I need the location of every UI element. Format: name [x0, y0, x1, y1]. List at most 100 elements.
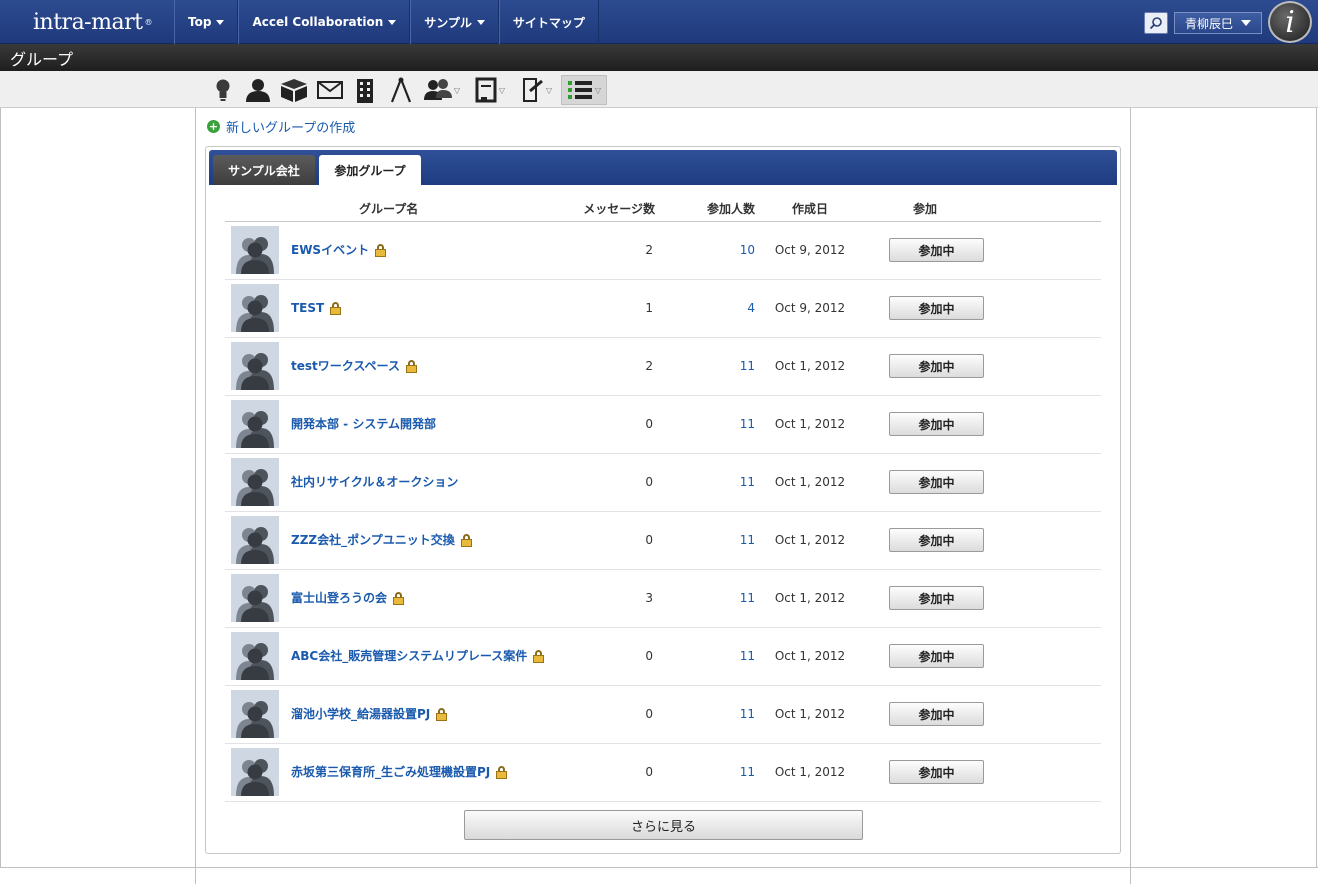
member-count-link[interactable]: 11: [655, 337, 755, 396]
search-button[interactable]: [1144, 12, 1168, 34]
user-name: 青柳辰巳: [1185, 16, 1234, 31]
chevron-down-icon: [476, 19, 485, 25]
group-avatar[interactable]: [231, 342, 279, 390]
joined-button[interactable]: 参加中: [889, 586, 984, 610]
member-count-link[interactable]: 11: [655, 627, 755, 686]
group-avatar[interactable]: [231, 632, 279, 680]
nav-item-3[interactable]: サイトマップ: [498, 0, 599, 44]
nav-item-label: Accel Collaboration: [252, 15, 384, 29]
form-icon[interactable]: ▽: [518, 75, 556, 105]
nav-item-0[interactable]: Top: [174, 0, 239, 44]
list-icon[interactable]: ▽: [561, 75, 607, 105]
joined-button[interactable]: 参加中: [889, 644, 984, 668]
board-icon[interactable]: ▽: [470, 75, 510, 105]
lock-icon: [405, 360, 417, 373]
group-avatar[interactable]: [231, 226, 279, 274]
brand-badge-icon[interactable]: i: [1268, 1, 1312, 43]
nav-item-label: サイトマップ: [512, 15, 585, 30]
created-date: Oct 1, 2012: [755, 685, 865, 744]
group-avatar[interactable]: [231, 400, 279, 448]
group-avatar[interactable]: [231, 458, 279, 506]
group-avatar[interactable]: [231, 284, 279, 332]
icon-toolbar: ▽ ▽ ▽ ▽: [0, 71, 1318, 108]
table-row: 開発本部 - システム開発部 0 11 Oct 1, 2012 参加中: [225, 395, 1101, 454]
table-row: TEST 1 4 Oct 9, 2012 参加中: [225, 279, 1101, 338]
create-group-label: 新しいグループの作成: [226, 121, 356, 136]
lock-icon: [496, 766, 508, 779]
message-count: 0: [555, 743, 655, 802]
group-name-link[interactable]: 富士山登ろうの会: [291, 591, 405, 605]
table-row: 赤坂第三保育所_生ごみ処理機設置PJ 0 11 Oct 1, 2012 参加中: [225, 743, 1101, 802]
created-date: Oct 1, 2012: [755, 627, 865, 686]
member-count-link[interactable]: 11: [655, 395, 755, 454]
tab-bar: サンプル会社 参加グループ: [209, 150, 1117, 185]
chevron-down-icon: [388, 19, 397, 25]
created-date: Oct 1, 2012: [755, 395, 865, 454]
joined-button[interactable]: 参加中: [889, 702, 984, 726]
lock-icon: [533, 650, 545, 663]
group-name-link[interactable]: ZZZ会社_ポンプユニット交換: [291, 533, 472, 547]
message-count: 2: [555, 221, 655, 280]
created-date: Oct 1, 2012: [755, 453, 865, 512]
dropdown-arrow-icon: ▽: [453, 85, 461, 95]
tab-joined-groups[interactable]: 参加グループ: [319, 155, 421, 185]
compass-icon[interactable]: [389, 75, 413, 105]
groups-panel: サンプル会社 参加グループ グループ名 メッセージ数 参加人数 作成日 参加 E…: [205, 146, 1121, 854]
lock-icon: [436, 708, 448, 721]
member-count-link[interactable]: 10: [655, 221, 755, 280]
group-avatar[interactable]: [231, 574, 279, 622]
show-more-button[interactable]: さらに見る: [464, 810, 863, 840]
group-name-link[interactable]: 溜池小学校_給湯器設置PJ: [291, 707, 448, 721]
member-count-link[interactable]: 11: [655, 453, 755, 512]
member-count-link[interactable]: 11: [655, 685, 755, 744]
message-count: 1: [555, 279, 655, 338]
group-name-link[interactable]: EWSイベント: [291, 243, 387, 257]
lightbulb-icon[interactable]: [212, 75, 234, 105]
user-menu-button[interactable]: 青柳辰巳: [1174, 12, 1262, 34]
member-count-link[interactable]: 11: [655, 743, 755, 802]
group-avatar[interactable]: [231, 516, 279, 564]
mail-icon[interactable]: [316, 75, 344, 105]
joined-button[interactable]: 参加中: [889, 354, 984, 378]
joined-button[interactable]: 参加中: [889, 412, 984, 436]
lock-icon: [393, 592, 405, 605]
table-row: ABC会社_販売管理システムリプレース案件 0 11 Oct 1, 2012 参加中: [225, 627, 1101, 686]
content-left-divider: [195, 108, 196, 884]
intra-mart-logo[interactable]: intra-mart ®: [33, 6, 152, 38]
group-name-link[interactable]: 開発本部 - システム開発部: [291, 417, 436, 431]
top-navbar: intra-mart ® Top Accel Collaboration サンプル サイ…: [0, 0, 1318, 44]
joined-button[interactable]: 参加中: [889, 470, 984, 494]
person-icon[interactable]: [244, 75, 272, 105]
group-name-link[interactable]: testワークスペース: [291, 359, 417, 373]
search-icon: [1149, 17, 1162, 30]
column-header-name: グループ名: [291, 197, 555, 222]
group-avatar[interactable]: [231, 748, 279, 796]
tab-sample-company[interactable]: サンプル会社: [213, 155, 315, 185]
nav-item-1[interactable]: Accel Collaboration: [238, 0, 411, 44]
group-name-link[interactable]: ABC会社_販売管理システムリプレース案件: [291, 649, 545, 663]
nav-item-2[interactable]: サンプル: [410, 0, 499, 44]
group-icon[interactable]: ▽: [422, 75, 462, 105]
joined-button[interactable]: 参加中: [889, 296, 984, 320]
member-count-link[interactable]: 11: [655, 511, 755, 570]
created-date: Oct 1, 2012: [755, 337, 865, 396]
box-icon[interactable]: [279, 75, 309, 105]
message-count: 0: [555, 685, 655, 744]
member-count-link[interactable]: 11: [655, 569, 755, 628]
group-avatar[interactable]: [231, 690, 279, 738]
create-group-link[interactable]: + 新しいグループの作成: [207, 117, 355, 136]
dropdown-arrow-icon: ▽: [498, 85, 506, 95]
chevron-down-icon: [1241, 20, 1252, 26]
message-count: 0: [555, 511, 655, 570]
joined-button[interactable]: 参加中: [889, 528, 984, 552]
joined-button[interactable]: 参加中: [889, 760, 984, 784]
group-name-link[interactable]: 社内リサイクル＆オークション: [291, 475, 458, 489]
member-count-link[interactable]: 4: [655, 279, 755, 338]
group-name-link[interactable]: 赤坂第三保育所_生ごみ処理機設置PJ: [291, 765, 508, 779]
frame-bottom-line: [0, 867, 1318, 868]
table-row: testワークスペース 2 11 Oct 1, 2012 参加中: [225, 337, 1101, 396]
building-icon[interactable]: [354, 75, 376, 105]
main-nav: Top Accel Collaboration サンプル サイトマップ: [174, 0, 599, 44]
joined-button[interactable]: 参加中: [889, 238, 984, 262]
group-name-link[interactable]: TEST: [291, 301, 342, 315]
